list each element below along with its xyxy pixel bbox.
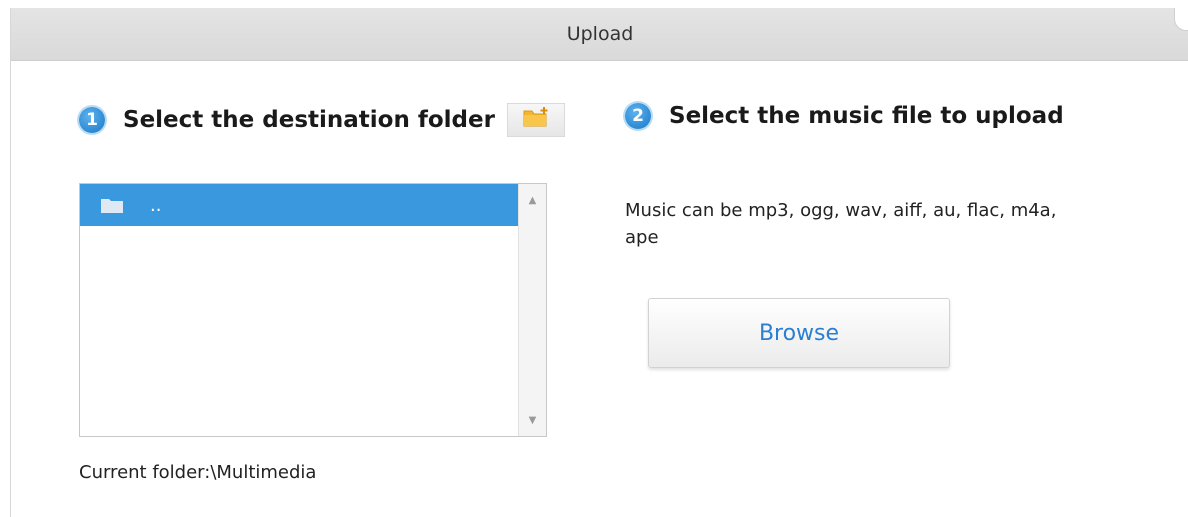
scroll-down-arrow-icon[interactable]: ▼ xyxy=(519,410,546,430)
folder-add-icon xyxy=(522,106,550,134)
supported-formats-text: Music can be mp3, ogg, wav, aiff, au, fl… xyxy=(625,200,1057,248)
folder-icon xyxy=(100,196,124,214)
folder-listbox[interactable]: .. ▲ ▼ xyxy=(79,183,547,437)
current-folder-path: Current folder:\Multimedia xyxy=(79,462,317,483)
step-1-label: Select the destination folder xyxy=(123,107,495,133)
list-item-label: .. xyxy=(150,194,162,216)
step-1-number-badge: 1 xyxy=(79,107,105,133)
list-item-parent-folder[interactable]: .. xyxy=(80,184,518,226)
listbox-scrollbar[interactable]: ▲ ▼ xyxy=(518,184,546,436)
scroll-up-arrow-icon[interactable]: ▲ xyxy=(519,190,546,210)
step-1-heading: 1 Select the destination folder xyxy=(79,103,565,137)
dialog-titlebar: Upload xyxy=(11,8,1188,61)
close-corner[interactable] xyxy=(1174,8,1188,31)
browse-button[interactable]: Browse xyxy=(648,298,950,368)
new-folder-button[interactable] xyxy=(506,103,565,137)
step-2-heading: 2 Select the music file to upload xyxy=(625,103,1064,129)
step-2-number-badge: 2 xyxy=(625,103,651,129)
step-2-label: Select the music file to upload xyxy=(669,103,1064,129)
dialog-title: Upload xyxy=(566,23,634,45)
